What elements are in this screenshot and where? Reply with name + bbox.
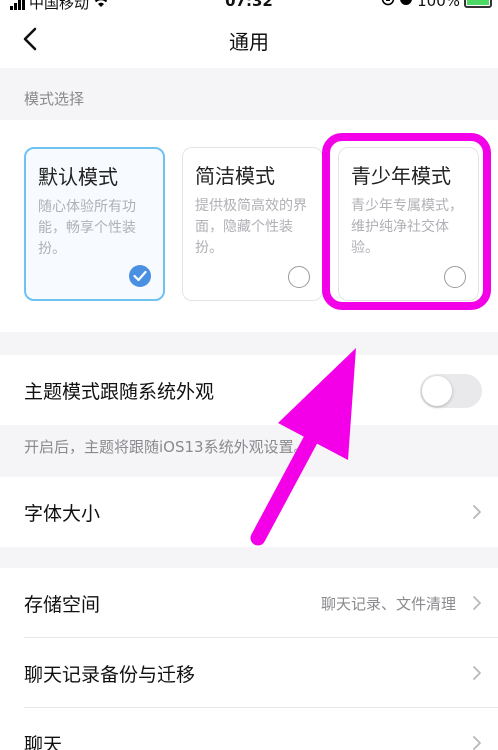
toggle-knob xyxy=(422,376,452,406)
theme-follow-system-toggle[interactable] xyxy=(420,374,482,408)
chevron-right-icon xyxy=(473,736,481,750)
chat-backup-row[interactable]: 聊天记录备份与迁移 xyxy=(0,638,498,708)
page-title: 通用 xyxy=(229,30,269,54)
storage-value: 聊天记录、文件清理 xyxy=(320,595,456,613)
theme-follow-system-label: 主题模式跟随系统外观 xyxy=(24,381,215,403)
mode-card-simple[interactable]: 简洁模式 提供极简高效的界面，隐藏个性装扮。 xyxy=(182,147,323,301)
mode-card-title: 简洁模式 xyxy=(195,164,275,188)
mode-card-title: 默认模式 xyxy=(38,165,118,189)
settings-general-page: 中国移动 07:32 100% 通用 模式选择 默认模式 随心体验所有功能，畅享… xyxy=(0,0,498,750)
mode-card-default[interactable]: 默认模式 随心体验所有功能，畅享个性装扮。 xyxy=(24,147,165,301)
storage-row[interactable]: 存储空间 聊天记录、文件清理 xyxy=(0,568,498,638)
battery-percent: 100% xyxy=(417,0,460,10)
mode-card-desc: 提供极简高效的界面，隐藏个性装扮。 xyxy=(195,198,307,256)
theme-follow-system-row: 主题模式跟随系统外观 xyxy=(0,355,498,425)
radio-circle-icon xyxy=(288,266,310,288)
mode-selector: 默认模式 随心体验所有功能，畅享个性装扮。 简洁模式 提供极简高效的界面，隐藏个… xyxy=(0,120,498,332)
chevron-right-icon xyxy=(473,596,481,610)
checkmark-icon xyxy=(129,265,151,287)
chat-row[interactable]: 聊天 xyxy=(0,708,498,750)
font-size-row[interactable]: 字体大小 xyxy=(0,477,498,547)
mode-card-desc: 随心体验所有功能，畅享个性装扮。 xyxy=(38,199,136,257)
radio-circle-icon xyxy=(444,266,466,288)
mode-card-desc: 青少年专属模式，维护纯净社交体验。 xyxy=(351,198,463,256)
alarm-icon xyxy=(399,0,413,10)
mode-card-title: 青少年模式 xyxy=(351,164,451,188)
chat-label: 聊天 xyxy=(24,734,63,750)
chevron-right-icon xyxy=(473,666,481,680)
storage-label: 存储空间 xyxy=(24,594,101,616)
status-bar: 中国移动 07:32 100% xyxy=(0,0,498,12)
font-size-label: 字体大小 xyxy=(24,503,101,525)
battery-icon xyxy=(464,0,492,8)
theme-note: 开启后，主题将跟随iOS13系统外观设置。 xyxy=(24,438,309,456)
lock-rotation-icon xyxy=(381,0,395,10)
chat-backup-label: 聊天记录备份与迁移 xyxy=(24,664,196,686)
mode-section-label: 模式选择 xyxy=(24,90,85,108)
chevron-right-icon xyxy=(473,505,481,519)
back-chevron-icon[interactable] xyxy=(18,26,44,52)
mode-card-teen[interactable]: 青少年模式 青少年专属模式，维护纯净社交体验。 xyxy=(338,147,479,301)
nav-bar: 通用 xyxy=(0,12,498,68)
